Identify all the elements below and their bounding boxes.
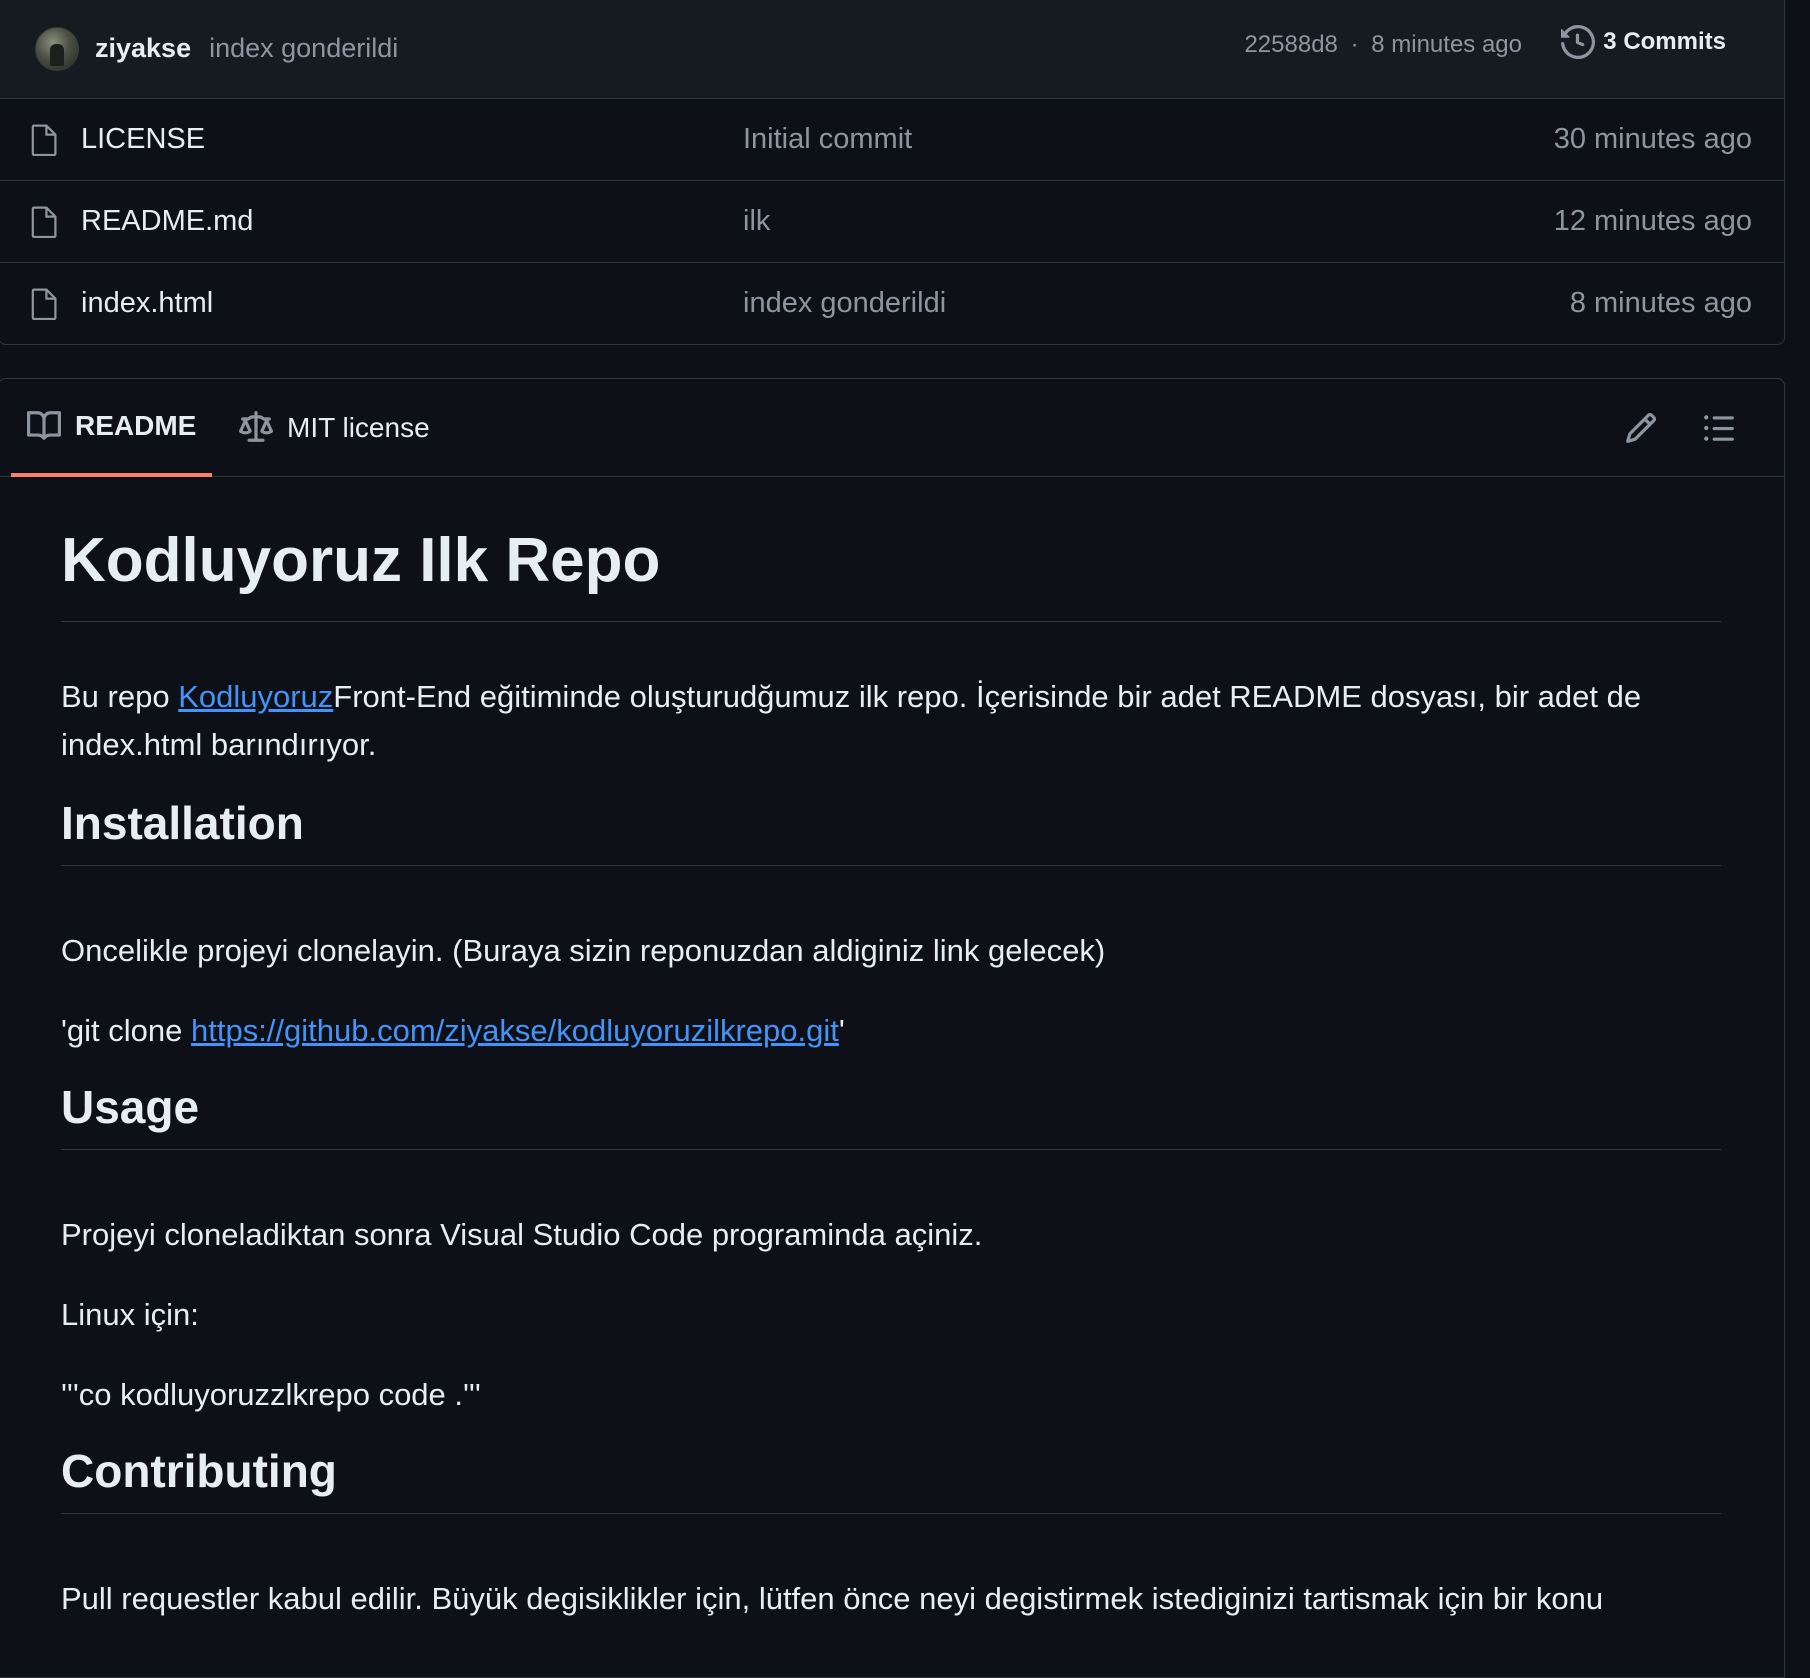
intro-prefix: Bu repo: [61, 679, 179, 714]
commits-history-link[interactable]: 3 Commits: [1561, 25, 1726, 59]
file-row-index[interactable]: index.html index gonderildi 8 minutes ag…: [0, 263, 1784, 344]
file-icon: [31, 206, 57, 238]
file-name-link[interactable]: README.md: [81, 205, 253, 238]
commit-time: 8 minutes ago: [1371, 31, 1522, 58]
file-row-readme[interactable]: README.md ilk 12 minutes ago: [0, 181, 1784, 263]
clone-suffix: ': [838, 1013, 845, 1048]
edit-pencil-icon[interactable]: [1624, 411, 1658, 445]
tab-readme[interactable]: README: [11, 379, 213, 477]
linux-label: Linux için:: [61, 1297, 199, 1332]
file-row-license[interactable]: LICENSE Initial commit 30 minutes ago: [0, 99, 1784, 181]
file-icon: [31, 288, 57, 320]
linux-command: '''co kodluyoruzzlkrepo code .''': [61, 1377, 481, 1412]
tab-license[interactable]: MIT license: [239, 379, 430, 477]
contributing-heading: Contributing: [61, 1443, 1721, 1514]
file-commit-link[interactable]: ilk: [743, 205, 770, 238]
file-list-box: ziyakse index gonderildi 22588d8 · 8 min…: [0, 0, 1785, 345]
usage-text: Projeyi cloneladiktan sonra Visual Studi…: [61, 1217, 983, 1252]
commit-message-link[interactable]: index gonderildi: [209, 33, 398, 64]
file-time: 8 minutes ago: [1569, 287, 1752, 319]
file-commit-link[interactable]: index gonderildi: [743, 287, 946, 320]
installation-heading: Installation: [61, 795, 1721, 866]
readme-title: Kodluyoruz Ilk Repo: [61, 525, 1721, 622]
readme-box: README MIT license Kodluyoruz Ilk Repo B…: [0, 378, 1785, 1678]
usage-heading: Usage: [61, 1079, 1721, 1150]
latest-commit-bar: ziyakse index gonderildi 22588d8 · 8 min…: [0, 0, 1784, 99]
installation-text: Oncelikle projeyi clonelayin. (Buraya si…: [61, 933, 1106, 968]
law-scale-icon: [239, 411, 273, 442]
book-icon: [27, 411, 61, 440]
commit-hash-link[interactable]: 22588d8: [1244, 31, 1337, 58]
clone-command: 'git clone https://github.com/ziyakse/ko…: [61, 1007, 1721, 1055]
commits-count-label: 3 Commits: [1603, 28, 1726, 55]
commit-author-link[interactable]: ziyakse: [95, 33, 191, 64]
file-name-link[interactable]: index.html: [81, 287, 213, 320]
commit-meta: 22588d8 · 8 minutes ago: [1244, 31, 1522, 59]
tab-readme-label: README: [75, 410, 197, 441]
kodluyoruz-link[interactable]: Kodluyoruz: [178, 679, 333, 714]
clone-prefix: 'git clone: [61, 1013, 191, 1048]
history-icon: [1561, 25, 1596, 59]
commit-meta-separator: ·: [1350, 31, 1359, 58]
avatar[interactable]: [35, 26, 79, 71]
readme-intro: Bu repo KodluyoruzFront-End eğitiminde o…: [61, 673, 1721, 769]
file-commit-link[interactable]: Initial commit: [743, 123, 912, 156]
clone-url-link[interactable]: https://github.com/ziyakse/kodluyoruzilk…: [191, 1013, 839, 1048]
file-name-link[interactable]: LICENSE: [81, 123, 205, 156]
readme-tabs: README MIT license: [0, 379, 1784, 477]
file-time: 12 minutes ago: [1553, 205, 1752, 237]
file-icon: [31, 124, 57, 156]
tab-license-label: MIT license: [287, 412, 430, 443]
file-time: 30 minutes ago: [1553, 123, 1752, 155]
outline-list-icon[interactable]: [1702, 411, 1736, 445]
